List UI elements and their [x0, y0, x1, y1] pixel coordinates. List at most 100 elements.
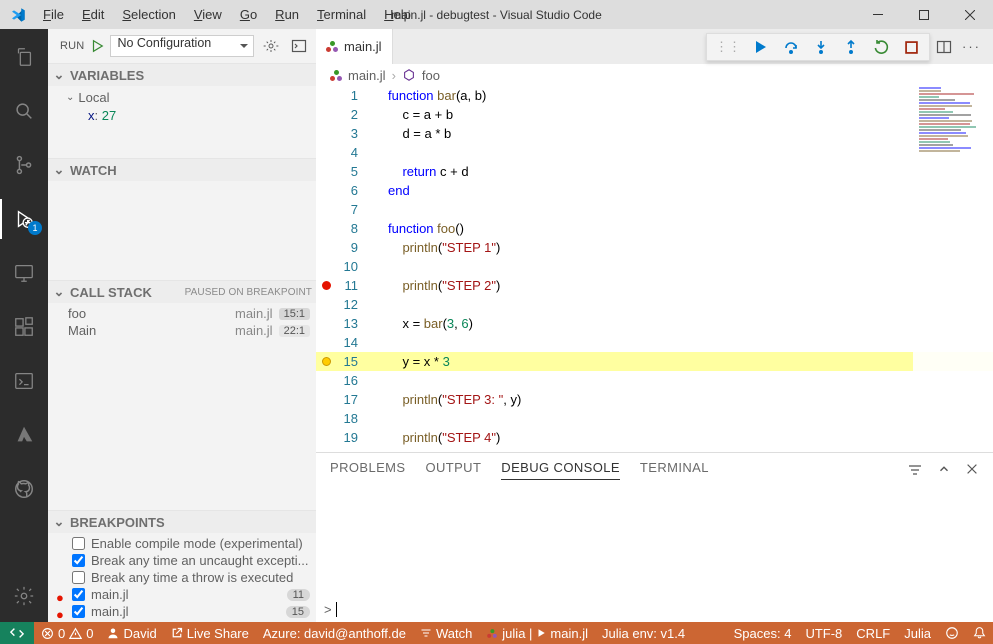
gutter-glyph[interactable]: [316, 371, 336, 390]
settings-gear-icon[interactable]: [0, 576, 48, 616]
breakpoint-option[interactable]: Enable compile mode (experimental): [48, 535, 316, 552]
minimize-button[interactable]: [855, 0, 901, 29]
restart-icon[interactable]: [867, 35, 895, 59]
minimap[interactable]: [913, 86, 993, 452]
split-editor-icon[interactable]: [936, 39, 952, 55]
gutter-glyph[interactable]: [316, 219, 336, 238]
checkbox[interactable]: [72, 537, 85, 550]
panel-tab-problems[interactable]: PROBLEMS: [330, 460, 405, 479]
gutter-glyph[interactable]: [316, 390, 336, 409]
breakpoint-option[interactable]: Break any time a throw is executed: [48, 569, 316, 586]
gutter-glyph[interactable]: [316, 181, 336, 200]
debug-console-toggle-icon[interactable]: [288, 35, 310, 57]
checkbox[interactable]: [72, 554, 85, 567]
gutter-glyph[interactable]: [316, 295, 336, 314]
callstack-header[interactable]: ⌄ CALL STACK PAUSED ON BREAKPOINT: [48, 281, 316, 303]
collapse-panel-icon[interactable]: [937, 462, 951, 478]
eol-status[interactable]: CRLF: [849, 626, 897, 641]
maximize-button[interactable]: [901, 0, 947, 29]
code-line[interactable]: 3 d = a * b: [316, 124, 993, 143]
gutter-glyph[interactable]: [316, 314, 336, 333]
julia-status[interactable]: julia | main.jl: [479, 622, 595, 644]
code-line[interactable]: 6end: [316, 181, 993, 200]
gutter-glyph[interactable]: [316, 276, 336, 295]
menu-view[interactable]: View: [186, 3, 230, 26]
liveshare-user[interactable]: David: [100, 622, 163, 644]
gutter-glyph[interactable]: [316, 143, 336, 162]
indentation-status[interactable]: Spaces: 4: [727, 626, 799, 641]
source-control-icon[interactable]: [0, 145, 48, 185]
callstack-frame[interactable]: foomain.jl15:1: [48, 305, 316, 322]
step-into-icon[interactable]: [807, 35, 835, 59]
callstack-frame[interactable]: Mainmain.jl22:1: [48, 322, 316, 339]
code-line[interactable]: 16: [316, 371, 993, 390]
drag-handle-icon[interactable]: ⋮⋮: [711, 39, 745, 55]
notifications-icon[interactable]: [966, 626, 993, 639]
code-line[interactable]: 7: [316, 200, 993, 219]
code-line[interactable]: 4: [316, 143, 993, 162]
variables-header[interactable]: ⌄ VARIABLES: [48, 64, 316, 86]
azure-icon[interactable]: [0, 415, 48, 455]
code-line[interactable]: 14: [316, 333, 993, 352]
gutter-glyph[interactable]: [316, 257, 336, 276]
close-button[interactable]: [947, 0, 993, 29]
code-line[interactable]: 13 x = bar(3, 6): [316, 314, 993, 333]
debug-settings-icon[interactable]: [260, 35, 282, 57]
code-line[interactable]: 10: [316, 257, 993, 276]
menu-selection[interactable]: Selection: [114, 3, 183, 26]
gutter-glyph[interactable]: [316, 200, 336, 219]
code-line[interactable]: 2 c = a + b: [316, 105, 993, 124]
breakpoint-option[interactable]: Break any time an uncaught excepti...: [48, 552, 316, 569]
editor-tab[interactable]: main.jl: [316, 29, 393, 64]
breakpoints-header[interactable]: ⌄ BREAKPOINTS: [48, 511, 316, 533]
watch-header[interactable]: ⌄ WATCH: [48, 159, 316, 181]
debug-console-input[interactable]: >: [316, 596, 993, 622]
code-line[interactable]: 17 println("STEP 3: ", y): [316, 390, 993, 409]
panel-tab-debug-console[interactable]: DEBUG CONSOLE: [501, 460, 620, 480]
code-line[interactable]: 9 println("STEP 1"): [316, 238, 993, 257]
github-icon[interactable]: [0, 469, 48, 509]
gutter-glyph[interactable]: [316, 162, 336, 181]
watch-status[interactable]: Watch: [413, 622, 479, 644]
remote-indicator[interactable]: [0, 622, 34, 644]
terminal-panel-icon[interactable]: [0, 361, 48, 401]
menu-file[interactable]: File: [35, 3, 72, 26]
gutter-glyph[interactable]: [316, 238, 336, 257]
code-line[interactable]: 11 println("STEP 2"): [316, 276, 993, 295]
code-editor[interactable]: 1function bar(a, b)2 c = a + b3 d = a * …: [316, 86, 993, 452]
explorer-icon[interactable]: [0, 37, 48, 77]
problems-status[interactable]: 0 0: [34, 622, 100, 644]
code-line[interactable]: 15 y = x * 3: [316, 352, 993, 371]
checkbox[interactable]: [72, 605, 85, 618]
feedback-icon[interactable]: [938, 626, 966, 640]
filter-icon[interactable]: [907, 462, 923, 478]
gutter-glyph[interactable]: [316, 409, 336, 428]
variable-item[interactable]: x: 27: [48, 107, 316, 125]
search-icon[interactable]: [0, 91, 48, 131]
gutter-glyph[interactable]: [316, 333, 336, 352]
step-out-icon[interactable]: [837, 35, 865, 59]
breadcrumb[interactable]: main.jl › foo: [316, 64, 993, 86]
panel-tab-terminal[interactable]: TERMINAL: [640, 460, 709, 479]
close-panel-icon[interactable]: [965, 462, 979, 478]
azure-status[interactable]: Azure: david@anthoff.de: [256, 622, 413, 644]
encoding-status[interactable]: UTF-8: [798, 626, 849, 641]
menu-go[interactable]: Go: [232, 3, 265, 26]
run-debug-icon[interactable]: 1: [0, 199, 48, 239]
checkbox[interactable]: [72, 571, 85, 584]
code-line[interactable]: 1function bar(a, b): [316, 86, 993, 105]
gutter-glyph[interactable]: [316, 105, 336, 124]
breakpoint-item[interactable]: ●main.jl11: [48, 586, 316, 603]
more-actions-icon[interactable]: ···: [962, 39, 981, 54]
remote-explorer-icon[interactable]: [0, 253, 48, 293]
gutter-glyph[interactable]: [316, 124, 336, 143]
gutter-glyph[interactable]: [316, 86, 336, 105]
menu-terminal[interactable]: Terminal: [309, 3, 374, 26]
continue-icon[interactable]: [747, 35, 775, 59]
extensions-icon[interactable]: [0, 307, 48, 347]
julia-env-status[interactable]: Julia env: v1.4: [595, 622, 692, 644]
code-line[interactable]: 5 return c + d: [316, 162, 993, 181]
panel-tab-output[interactable]: OUTPUT: [425, 460, 481, 479]
variable-scope[interactable]: ⌄ Local: [48, 88, 316, 107]
code-line[interactable]: 18: [316, 409, 993, 428]
